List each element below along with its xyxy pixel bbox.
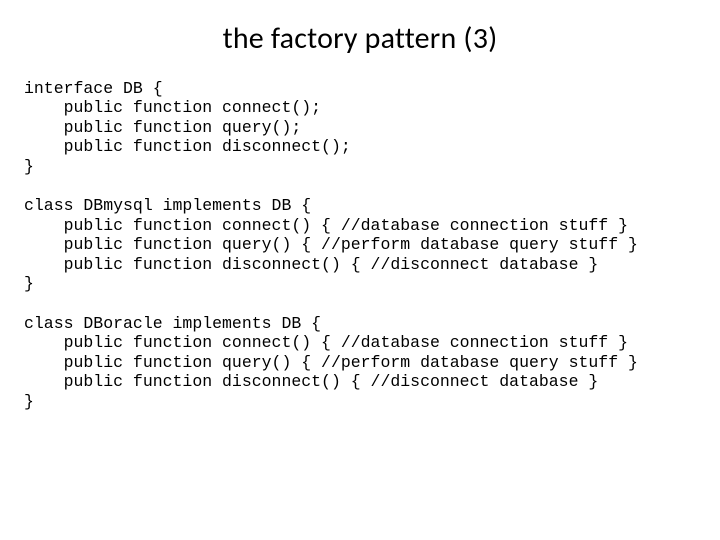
code-class-dbmysql: class DBmysql implements DB { public fun… bbox=[24, 196, 696, 293]
slide: the factory pattern (3) interface DB { p… bbox=[0, 0, 720, 540]
code-interface-db: interface DB { public function connect()… bbox=[24, 79, 696, 176]
code-class-dboracle: class DBoracle implements DB { public fu… bbox=[24, 314, 696, 411]
page-title: the factory pattern (3) bbox=[24, 20, 696, 57]
